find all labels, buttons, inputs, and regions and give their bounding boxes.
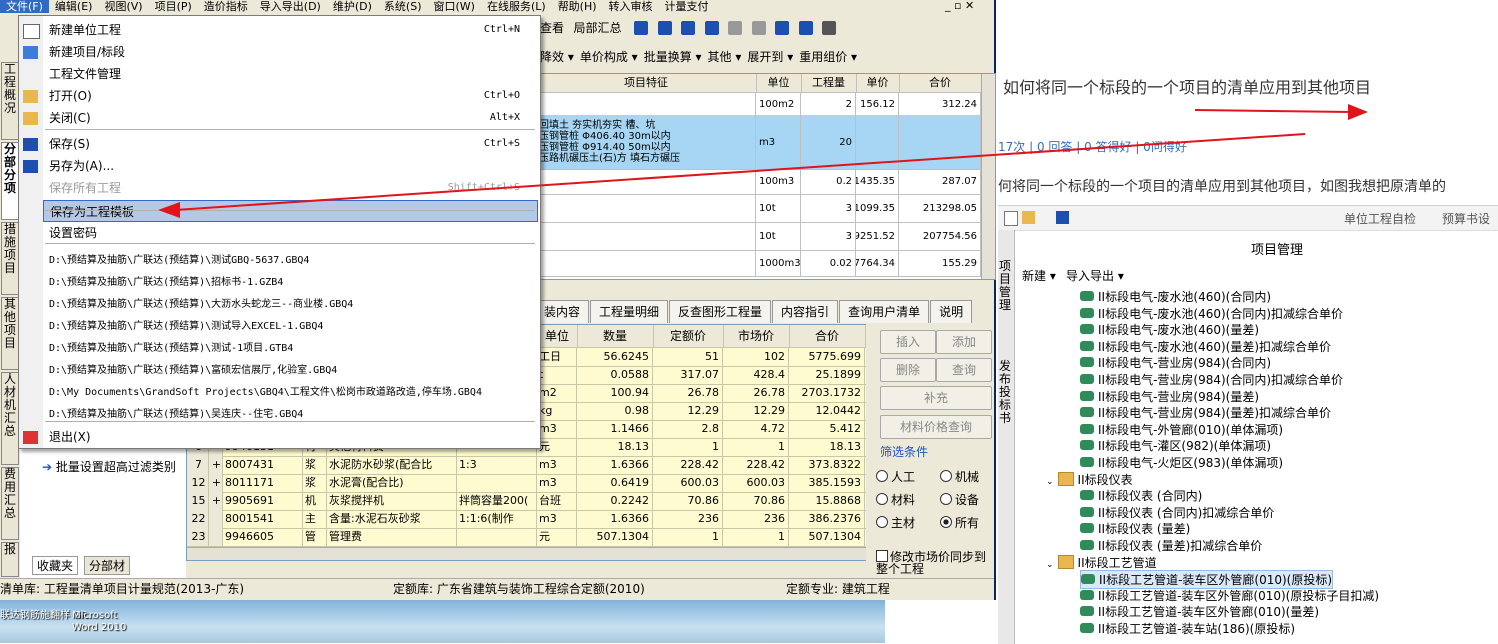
- annotation-arrows: [158, 104, 1368, 218]
